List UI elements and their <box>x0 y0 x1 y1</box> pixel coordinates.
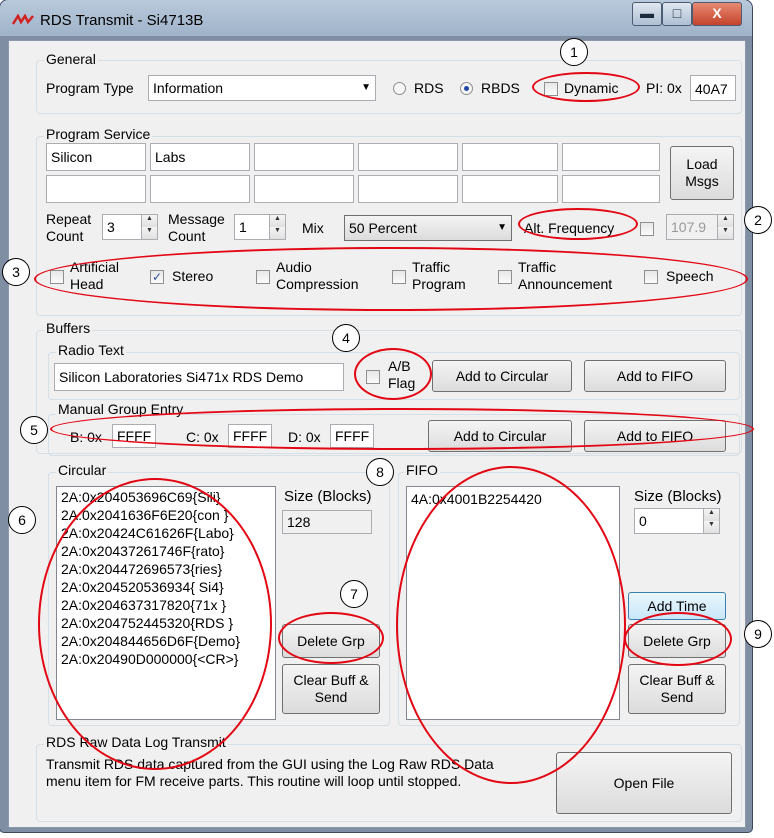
fifo-size-label: Size (Blocks) <box>634 488 722 505</box>
annotation-ellipse-manual-group <box>50 408 754 450</box>
mix-value: 50 Percent <box>349 220 417 236</box>
annotation-2: 2 <box>744 206 772 234</box>
fifo-size-value: 0 <box>639 513 647 529</box>
annotation-ellipse-fifo-delete <box>624 612 732 666</box>
circular-size-value: 128 <box>282 510 372 534</box>
ps-field-1-5[interactable] <box>462 143 558 171</box>
annotation-7: 7 <box>340 580 368 608</box>
ps-field-1-1[interactable]: Silicon <box>46 143 146 171</box>
circular-label: Circular <box>56 462 109 478</box>
radio-text-label: Radio Text <box>56 342 126 358</box>
annotation-ellipse-alt-frequency <box>518 208 638 240</box>
chevron-down-icon: ▼ <box>361 82 371 93</box>
circular-size-label: Size (Blocks) <box>284 488 372 505</box>
spin-up-icon[interactable]: ▲ <box>717 215 733 227</box>
radio-text-add-circular-button[interactable]: Add to Circular <box>432 360 572 392</box>
message-count-spinner[interactable]: 1 ▲ ▼ <box>234 214 286 240</box>
annotation-ellipse-ab-flag <box>354 348 432 400</box>
title-bar[interactable]: RDS Transmit - Si4713B ▬ □ X <box>0 0 752 36</box>
fifo-size-spinner[interactable]: 0 ▲ ▼ <box>634 508 720 534</box>
circular-clear-send-button[interactable]: Clear Buff & Send <box>282 664 380 714</box>
general-label: General <box>44 51 98 67</box>
annotation-6: 6 <box>8 506 36 534</box>
buffers-label: Buffers <box>44 320 93 336</box>
program-type-value: Information <box>153 80 224 96</box>
spin-down-icon[interactable]: ▼ <box>703 521 719 533</box>
ps-field-2-5[interactable] <box>462 175 558 203</box>
annotation-4: 4 <box>332 324 360 352</box>
fifo-clear-send-button[interactable]: Clear Buff & Send <box>628 664 726 714</box>
spin-up-icon[interactable]: ▲ <box>703 509 719 521</box>
alt-frequency-spinner[interactable]: 107.9 ▲ ▼ <box>666 214 734 240</box>
rbds-radio[interactable] <box>460 82 473 95</box>
ps-field-1-6[interactable] <box>562 143 660 171</box>
pi-input[interactable]: 40A7 <box>690 75 736 101</box>
mix-select[interactable]: 50 Percent ▼ <box>344 215 512 241</box>
alt-frequency-checkbox[interactable] <box>640 222 654 236</box>
minimize-button[interactable]: ▬ <box>632 2 662 26</box>
repeat-count-value: 3 <box>107 219 115 235</box>
radio-text-add-fifo-button[interactable]: Add to FIFO <box>584 360 726 392</box>
spin-down-icon[interactable]: ▼ <box>269 227 285 239</box>
repeat-count-spinner[interactable]: 3 ▲ ▼ <box>102 214 158 240</box>
window-title: RDS Transmit - Si4713B <box>40 12 204 29</box>
ps-field-2-1[interactable] <box>46 175 146 203</box>
radio-text-input[interactable]: Silicon Laboratories Si471x RDS Demo <box>54 363 344 391</box>
spin-down-icon[interactable]: ▼ <box>141 227 157 239</box>
ps-field-1-3[interactable] <box>254 143 354 171</box>
annotation-8: 8 <box>366 458 394 486</box>
annotation-1: 1 <box>560 38 588 66</box>
annotation-ellipse-dynamic <box>532 72 640 102</box>
ps-field-2-6[interactable] <box>562 175 660 203</box>
open-file-button[interactable]: Open File <box>556 752 732 814</box>
load-msgs-button[interactable]: Load Msgs <box>670 146 734 200</box>
maximize-button[interactable]: □ <box>662 2 692 26</box>
annotation-ellipse-circular <box>38 478 272 770</box>
chevron-down-icon: ▼ <box>497 222 507 233</box>
ps-field-2-3[interactable] <box>254 175 354 203</box>
annotation-9: 9 <box>744 620 772 648</box>
spin-down-icon[interactable]: ▼ <box>717 227 733 239</box>
rbds-label: RBDS <box>481 80 520 96</box>
rds-radio[interactable] <box>393 82 406 95</box>
annotation-ellipse-flags <box>34 247 748 311</box>
spin-up-icon[interactable]: ▲ <box>269 215 285 227</box>
annotation-3: 3 <box>2 258 30 286</box>
repeat-count-label: Repeat Count <box>46 211 92 244</box>
close-button[interactable]: X <box>692 2 742 26</box>
app-logo-icon <box>12 14 34 25</box>
program-type-select[interactable]: Information ▼ <box>148 75 376 101</box>
program-type-label: Program Type <box>46 80 134 96</box>
mix-label: Mix <box>302 220 324 236</box>
annotation-ellipse-circular-delete <box>278 612 384 664</box>
ps-field-2-4[interactable] <box>358 175 458 203</box>
pi-label: PI: 0x <box>646 80 682 96</box>
message-count-value: 1 <box>239 219 247 235</box>
rds-label: RDS <box>414 80 444 96</box>
ps-field-1-4[interactable] <box>358 143 458 171</box>
alt-frequency-value: 107.9 <box>671 219 707 235</box>
message-count-label: Message Count <box>168 211 225 244</box>
fifo-label: FIFO <box>404 462 440 478</box>
annotation-5: 5 <box>20 416 48 444</box>
annotation-ellipse-fifo <box>396 466 626 784</box>
spin-up-icon[interactable]: ▲ <box>141 215 157 227</box>
ps-field-2-2[interactable] <box>150 175 250 203</box>
ps-field-1-2[interactable]: Labs <box>150 143 250 171</box>
program-service-label: Program Service <box>44 126 153 142</box>
